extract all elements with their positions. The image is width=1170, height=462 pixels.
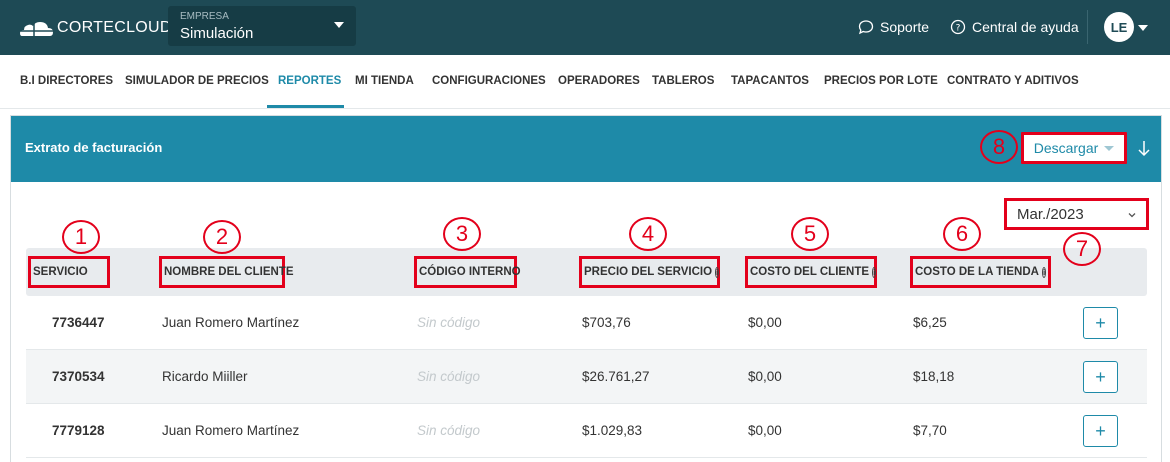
logo-text: CORTECLOUD (57, 19, 172, 36)
annotation-6: 6 (943, 217, 981, 251)
nav-tableros[interactable]: TABLEROS (652, 75, 714, 87)
nav-bi-directores[interactable]: B.I DIRECTORES (20, 75, 113, 87)
month-select[interactable]: Mar./2023 (1004, 198, 1149, 230)
arrow-down-icon[interactable] (1135, 138, 1153, 158)
avatar-caret-icon[interactable] (1138, 25, 1148, 31)
col-nombre-cliente: NOMBRE DEL CLIENTE (159, 256, 294, 288)
cell-costo-cliente: $0,00 (748, 423, 782, 438)
annotation-4: 4 (629, 217, 667, 251)
central-ayuda-link[interactable]: ? Central de ayuda (950, 17, 1079, 37)
table-row: 7779128 Juan Romero Martínez Sin código … (26, 404, 1147, 458)
chat-bubble-icon (858, 20, 874, 35)
empresa-selector[interactable]: EMPRESA Simulación (168, 6, 356, 46)
empresa-value: Simulación (180, 25, 254, 42)
cell-costo-cliente: $0,00 (748, 369, 782, 384)
info-icon[interactable]: i (872, 266, 877, 278)
nav-configuraciones[interactable]: CONFIGURACIONES (432, 75, 546, 87)
cell-precio: $703,76 (582, 315, 631, 330)
annotation-8: 8 (980, 130, 1018, 164)
active-tab-indicator (267, 105, 344, 108)
col-codigo-interno: CÓDIGO INTERNO (414, 256, 521, 288)
cell-costo-tienda: $7,70 (913, 423, 947, 438)
caret-down-icon (1104, 145, 1115, 151)
cell-servicio: 7779128 (52, 423, 105, 438)
top-bar: CORTECLOUD EMPRESA Simulación Soporte ? … (0, 0, 1170, 55)
download-label: Descargar (1033, 140, 1099, 156)
cell-costo-cliente: $0,00 (748, 315, 782, 330)
annotation-2: 2 (203, 220, 241, 254)
annotation-1: 1 (62, 220, 100, 254)
nav-reportes[interactable]: REPORTES (278, 75, 341, 87)
soporte-link[interactable]: Soporte (858, 17, 929, 37)
download-button[interactable]: Descargar (1021, 132, 1127, 164)
main-nav: B.I DIRECTORES SIMULADOR DE PRECIOS REPO… (0, 55, 1170, 109)
cell-cliente: Juan Romero Martínez (162, 315, 300, 330)
svg-text:?: ? (956, 24, 961, 34)
cell-cliente: Juan Romero Martínez (162, 423, 300, 438)
cell-servicio: 7736447 (52, 315, 105, 330)
expand-row-button[interactable]: + (1083, 415, 1118, 447)
annotation-3: 3 (443, 217, 481, 251)
nav-mi-tienda[interactable]: MI TIENDA (355, 75, 414, 87)
col-costo-cliente: COSTO DEL CLIENTE i (745, 256, 877, 288)
cell-precio: $1.029,83 (582, 423, 643, 438)
expand-row-button[interactable]: + (1083, 361, 1118, 393)
cell-precio: $26.761,27 (582, 369, 650, 384)
col-precio-servicio: PRECIO DEL SERVICIO i (579, 256, 720, 288)
nav-precios-por-lote[interactable]: PRECIOS POR LOTE (824, 75, 938, 87)
empresa-label: EMPRESA (180, 11, 229, 22)
table-header: SERVICIO NOMBRE DEL CLIENTE CÓDIGO INTER… (26, 248, 1147, 296)
table-row: 7736447 Juan Romero Martínez Sin código … (26, 296, 1147, 350)
col-costo-tienda: COSTO DE LA TIENDA i (910, 256, 1051, 288)
avatar[interactable]: LE (1104, 12, 1134, 42)
chevron-down-icon (1128, 213, 1136, 218)
info-icon[interactable]: i (1041, 266, 1047, 278)
table-row: 7370534 Ricardo Miiller Sin código $26.7… (26, 350, 1147, 404)
col-servicio: SERVICIO (28, 256, 110, 288)
cell-costo-tienda: $6,25 (913, 315, 947, 330)
nav-operadores[interactable]: OPERADORES (558, 75, 640, 87)
annotation-5: 5 (791, 217, 829, 251)
central-ayuda-label: Central de ayuda (972, 19, 1079, 35)
cell-cliente: Ricardo Miiller (162, 369, 248, 384)
cell-codigo: Sin código (417, 369, 481, 384)
cell-costo-tienda: $18,18 (913, 369, 955, 384)
logo[interactable]: CORTECLOUD (18, 16, 172, 40)
soporte-label: Soporte (880, 19, 930, 35)
help-circle-icon: ? (950, 19, 966, 35)
nav-contrato-aditivos[interactable]: CONTRATO Y ADITIVOS (947, 75, 1079, 87)
cell-codigo: Sin código (417, 423, 481, 438)
billing-card: Extrato de facturación Descargar Mar./20… (10, 115, 1162, 462)
nav-simulador-precios[interactable]: SIMULADOR DE PRECIOS (125, 75, 269, 87)
expand-row-button[interactable]: + (1083, 307, 1118, 339)
card-title: Extrato de facturación (25, 140, 163, 155)
cell-codigo: Sin código (417, 315, 481, 330)
month-value: Mar./2023 (1017, 205, 1084, 223)
cell-servicio: 7370534 (52, 369, 105, 384)
header-divider (1087, 10, 1088, 44)
caret-down-icon (334, 22, 344, 28)
info-icon[interactable]: i (715, 266, 720, 278)
cloud-logo-icon (20, 22, 53, 36)
annotation-7: 7 (1063, 232, 1101, 266)
nav-tapacantos[interactable]: TAPACANTOS (731, 75, 809, 87)
